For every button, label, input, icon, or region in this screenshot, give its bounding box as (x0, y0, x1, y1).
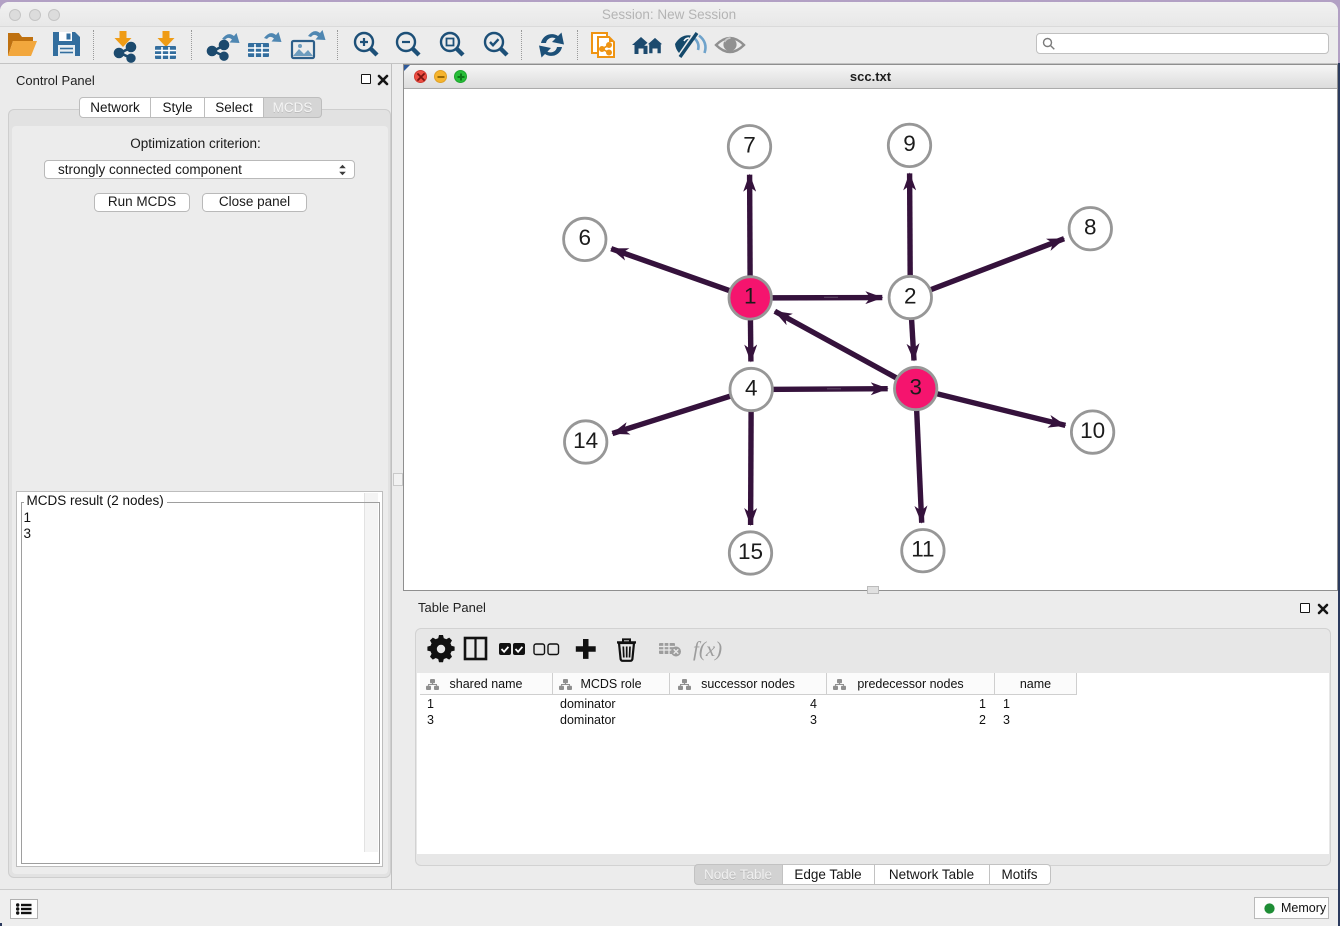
svg-text:15: 15 (738, 539, 763, 564)
svg-text:10: 10 (1080, 418, 1105, 443)
svg-text:1: 1 (744, 284, 757, 309)
svg-text:14: 14 (573, 428, 598, 453)
svg-text:6: 6 (579, 225, 592, 250)
svg-text:4: 4 (745, 375, 758, 400)
svg-text:7: 7 (743, 133, 756, 158)
svg-text:9: 9 (903, 131, 916, 156)
svg-text:11: 11 (911, 537, 934, 562)
svg-text:3: 3 (909, 374, 922, 399)
svg-text:8: 8 (1084, 215, 1097, 240)
svg-text:f(x): f(x) (693, 637, 722, 661)
svg-text:2: 2 (904, 283, 917, 308)
